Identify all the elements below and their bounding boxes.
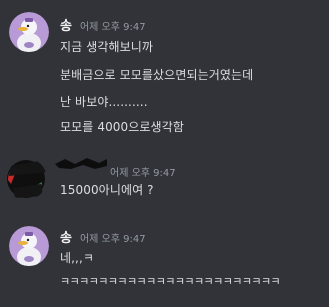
- duck-avatar-icon: [9, 226, 49, 266]
- message-timestamp: 어제 오후 9:47: [110, 168, 176, 179]
- redaction-scribble: [55, 155, 107, 169]
- message-timestamp: 어제 오후 9:47: [79, 234, 146, 245]
- redacted-avatar-icon: [7, 160, 47, 198]
- message-line: 지금 생각해보니까: [60, 40, 154, 54]
- author-name[interactable]: 송: [60, 227, 72, 246]
- message-group: 송 어제 오후 9:47 지금 생각해보니까 분배금으로 모모를샀으면되는거였는…: [0, 0, 329, 145]
- message-line: 네,,,ㅋ: [60, 251, 95, 265]
- user-avatar[interactable]: [9, 12, 49, 52]
- message-line: 분배금으로 모모를샀으면되는거였는데: [60, 68, 254, 82]
- message-group: 어제 오후 9:47 15000아니에여 ?: [0, 150, 329, 200]
- message-line: ㅋㅋㅋㅋㅋㅋㅋㅋㅋㅋㅋㅋㅋㅋㅋㅋㅋㅋㅋㅋㅋㅋㅋ: [60, 275, 281, 288]
- message-line: 15000아니에여 ?: [60, 183, 154, 197]
- message-line: 모모를 4000으로생각함: [60, 120, 184, 134]
- message-group: 송 어제 오후 9:47 네,,,ㅋ ㅋㅋㅋㅋㅋㅋㅋㅋㅋㅋㅋㅋㅋㅋㅋㅋㅋㅋㅋㅋㅋ…: [0, 215, 329, 307]
- message-timestamp: 어제 오후 9:47: [79, 22, 146, 33]
- message-line: 난 바보야..........: [60, 95, 148, 109]
- user-avatar[interactable]: [5, 158, 47, 200]
- author-name[interactable]: 송: [60, 15, 72, 34]
- user-avatar[interactable]: [9, 226, 49, 266]
- duck-avatar-icon: [9, 12, 49, 52]
